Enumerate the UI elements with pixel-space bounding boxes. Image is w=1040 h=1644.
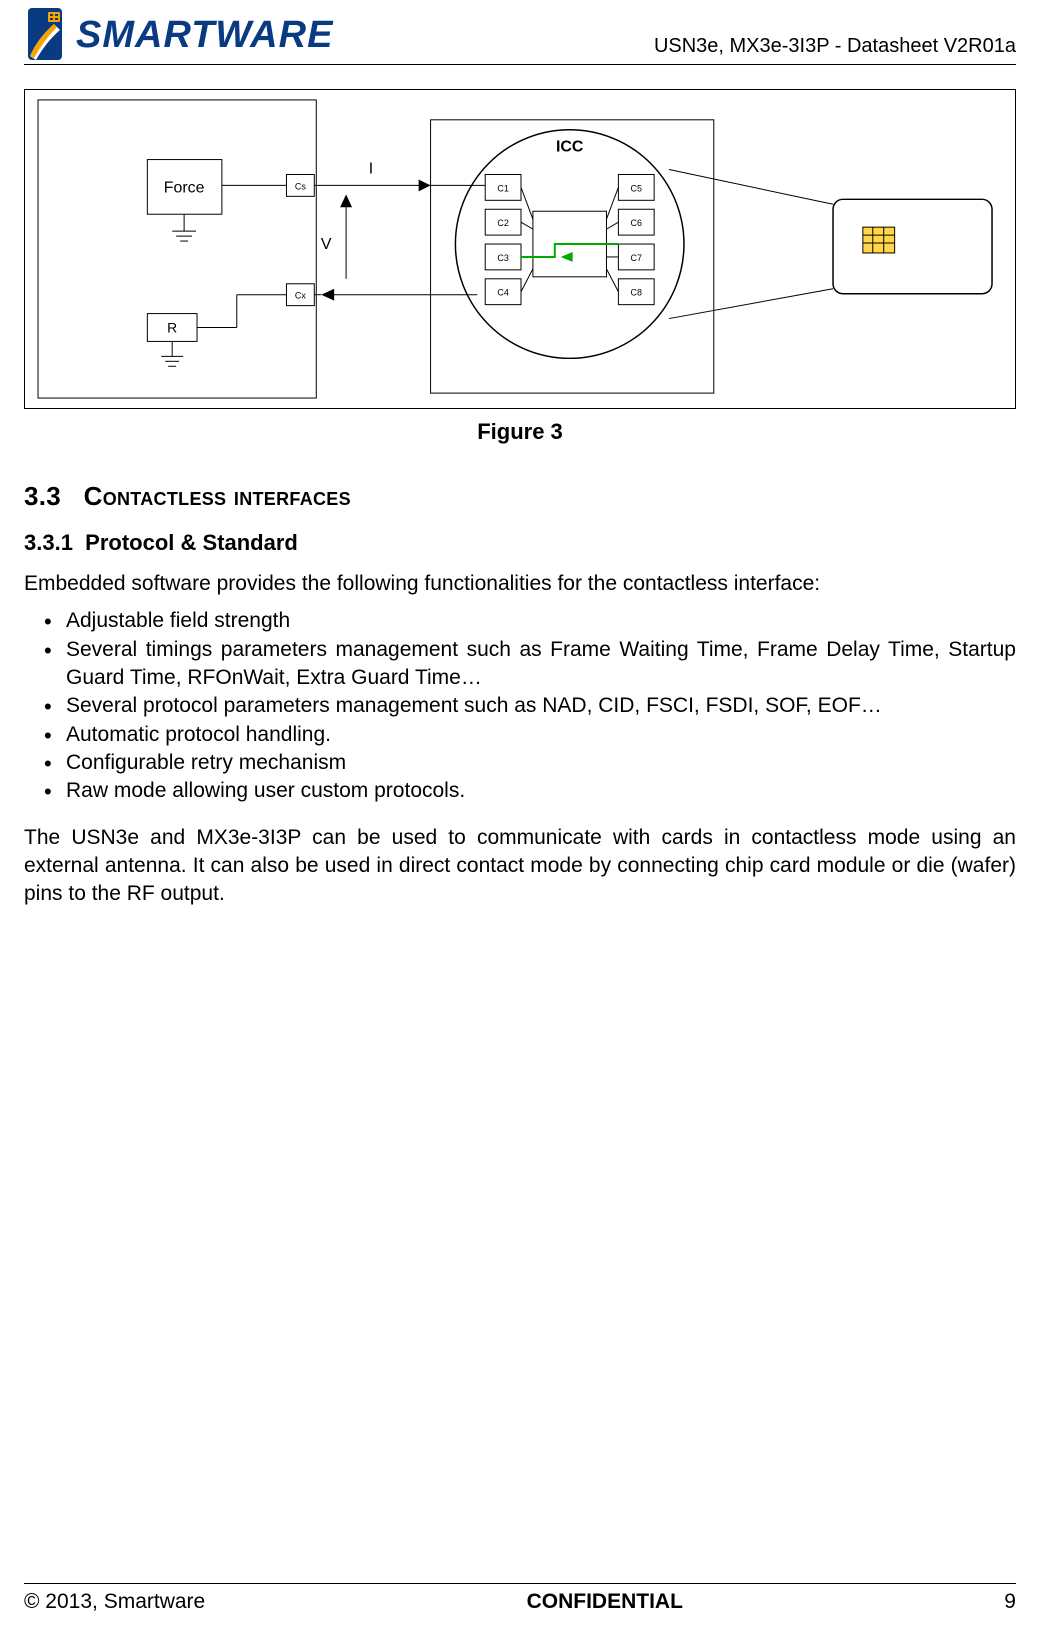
doc-id: USN3e, MX3e-3I3P - Datasheet V2R01a [654, 35, 1016, 60]
i-label: I [369, 160, 373, 177]
intro-text: Embedded software provides the following… [24, 570, 1016, 597]
brand-text: SMARTWARE [76, 14, 334, 55]
list-item: Several protocol parameters management s… [66, 692, 1016, 720]
card-chip-icon [863, 227, 895, 253]
logo-icon [24, 8, 66, 60]
page-footer: © 2013, Smartware CONFIDENTIAL 9 [24, 1583, 1016, 1614]
r-label: R [167, 319, 177, 335]
cs-label: Cs [295, 181, 306, 191]
bullet-list: Adjustable field strength Several timing… [24, 607, 1016, 805]
subsection-heading: 3.3.1 Protocol & Standard [24, 530, 1016, 556]
figure-caption: Figure 3 [24, 419, 1016, 445]
list-item: Raw mode allowing user custom protocols. [66, 777, 1016, 805]
svg-text:C6: C6 [631, 218, 642, 228]
force-label: Force [164, 179, 205, 196]
figure-diagram: Force R Cs Cx [24, 89, 1016, 409]
subsection-title: Protocol & Standard [85, 530, 298, 555]
list-item: Adjustable field strength [66, 607, 1016, 635]
list-item: Configurable retry mechanism [66, 749, 1016, 777]
footer-confidential: CONFIDENTIAL [527, 1590, 683, 1614]
page-header: SMARTWARE USN3e, MX3e-3I3P - Datasheet V… [24, 8, 1016, 65]
svg-text:C3: C3 [497, 253, 508, 263]
section-number: 3.3 [24, 481, 61, 511]
list-item: Several timings parameters management su… [66, 636, 1016, 693]
svg-text:C1: C1 [497, 183, 508, 193]
section-title: Contactless interfaces [84, 481, 351, 511]
section-heading: 3.3 Contactless interfaces [24, 481, 1016, 512]
v-label: V [321, 236, 332, 253]
body-paragraph: The USN3e and MX3e-3I3P can be used to c… [24, 824, 1016, 909]
svg-text:C4: C4 [497, 288, 508, 298]
subsection-number: 3.3.1 [24, 530, 73, 555]
svg-text:C5: C5 [631, 183, 642, 193]
svg-text:C2: C2 [497, 218, 508, 228]
svg-text:C8: C8 [631, 288, 642, 298]
footer-page-number: 9 [1004, 1590, 1016, 1614]
brand-logo: SMARTWARE [24, 8, 376, 60]
brand-wordmark-icon: SMARTWARE [76, 13, 376, 55]
footer-copyright: © 2013, Smartware [24, 1590, 205, 1614]
cx-label: Cx [295, 291, 306, 301]
svg-text:C7: C7 [631, 253, 642, 263]
list-item: Automatic protocol handling. [66, 721, 1016, 749]
icc-label: ICC [556, 139, 584, 156]
